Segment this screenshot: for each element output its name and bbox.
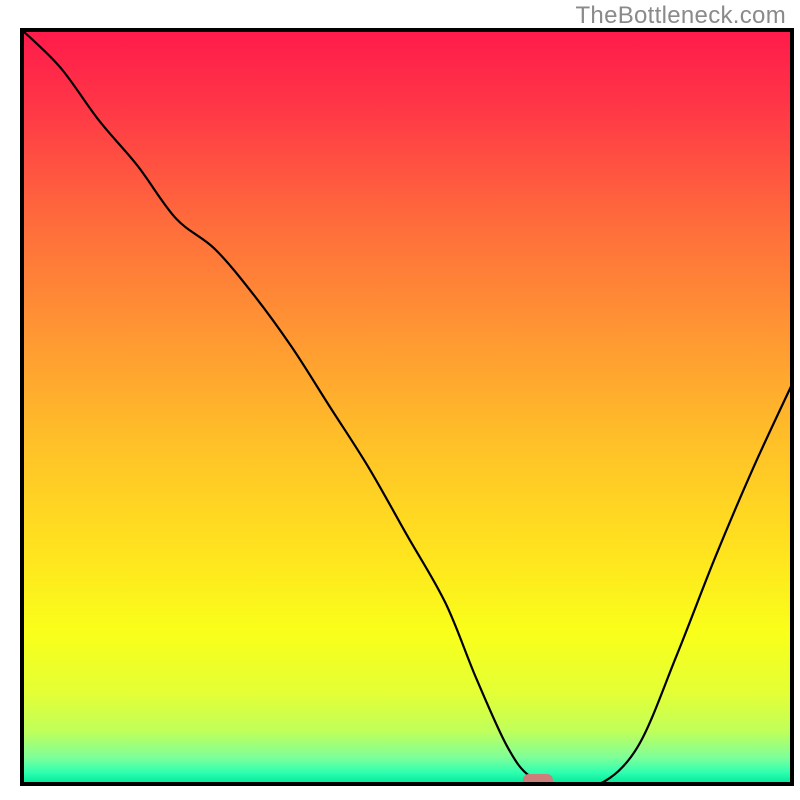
chart-container: TheBottleneck.com: [0, 0, 800, 800]
watermark-text: TheBottleneck.com: [575, 2, 786, 30]
bottleneck-chart: [0, 0, 800, 800]
gradient-background: [22, 30, 792, 784]
